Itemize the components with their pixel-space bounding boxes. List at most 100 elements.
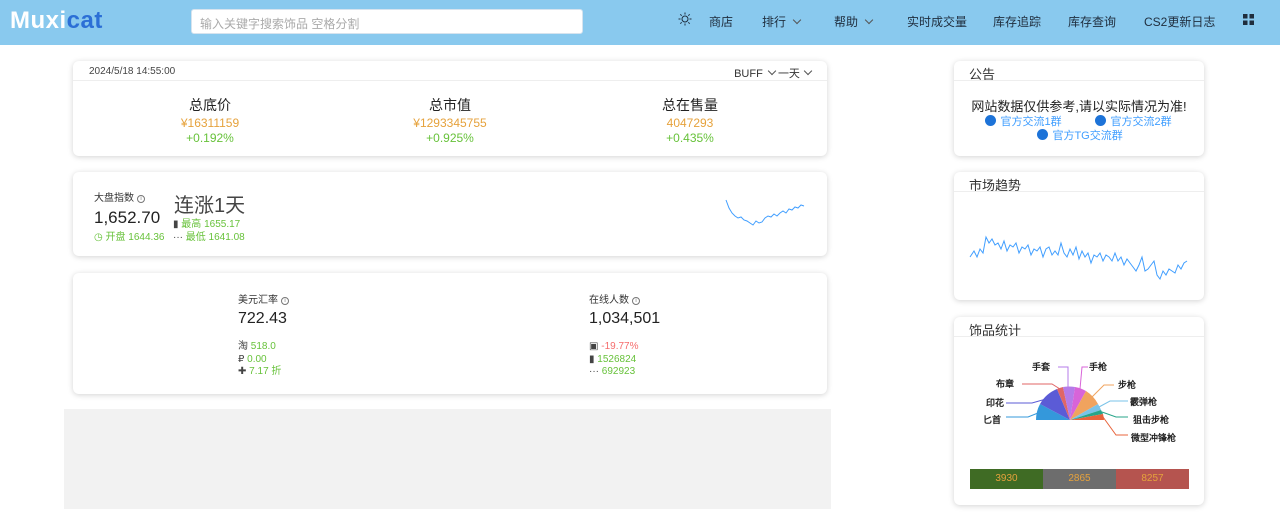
index-label: 大盘指数: [94, 193, 134, 204]
online-details: ▣ -19.77% ▮ 1526824 ··· 692923: [589, 341, 638, 379]
exchange-details: 淘 518.0 ₽ 0.00 ✚ 7.17 折: [238, 341, 281, 379]
ad-placeholder: [64, 409, 831, 509]
stat-value: ¥16311159: [180, 116, 240, 130]
exchange-label: 美元汇率: [238, 295, 278, 306]
label-knife: 匕首: [983, 414, 1001, 425]
exchange-label-row: 美元汇率 i: [238, 291, 289, 306]
index-low-text: 最低 1641.08: [185, 232, 245, 243]
online-low: 692923: [601, 366, 636, 377]
bar-chart-icon: ▮: [589, 353, 595, 365]
logo-text-muxi: Muxi: [10, 7, 67, 34]
market-summary-card: 2024/5/18 14:55:00 BUFF 一天 总底价 ¥16311159…: [73, 61, 827, 156]
qq-icon: [1095, 115, 1106, 127]
nav-ranking-label: 排行: [762, 15, 787, 29]
nav-help-label: 帮助: [834, 15, 859, 29]
online-label: 在线人数: [589, 295, 629, 306]
platform-period-selector[interactable]: BUFF 一天: [734, 65, 813, 81]
discount-value: 7.17 折: [249, 366, 282, 377]
stat-change: +0.925%: [426, 131, 474, 145]
stat-total-market-cap: 总市值 ¥1293345755 +0.925%: [350, 95, 550, 145]
chevron-down-icon: [767, 66, 777, 76]
label-rifle: 步枪: [1118, 379, 1137, 390]
market-trend-panel: 市场趋势: [954, 172, 1204, 300]
divider: [954, 191, 1204, 192]
site-logo[interactable]: Muxicat: [10, 7, 103, 35]
stat-change: +0.435%: [666, 131, 714, 145]
nav-realtime-volume[interactable]: 实时成交量: [907, 13, 967, 30]
nav-shop[interactable]: 商店: [709, 13, 733, 30]
summary-date: 2024/5/18 14:55:00: [89, 66, 176, 77]
info-icon[interactable]: i: [632, 297, 640, 305]
item-category-pie-chart: 匕首 印花 布章 手套 手枪 步枪 霰弹枪 狙击步枪 微型冲锋枪: [983, 361, 1177, 443]
info-icon[interactable]: i: [137, 195, 145, 203]
taobao-value: 518.0: [250, 341, 276, 352]
stat-label: 总在售量: [662, 97, 718, 113]
notice-panel: 公告 网站数据仅供参考,请以实际情况为准! 官方交流1群 官方交流2群 官方TG…: [954, 61, 1204, 156]
stat-value: 4047293: [666, 116, 714, 130]
stat-change: +0.192%: [186, 131, 234, 145]
top-navbar: Muxicat 输入关键字搜索饰品 空格分割 商店 排行 帮助 实时成交量 库存…: [0, 0, 1280, 45]
chevron-down-icon: [803, 66, 813, 76]
bar-segment-red: 8257: [1116, 469, 1189, 489]
search-input[interactable]: 输入关键字搜索饰品 空格分割: [191, 9, 583, 34]
index-label-row: 大盘指数 i: [94, 189, 145, 204]
label-sniper: 狙击步枪: [1133, 414, 1170, 425]
nav-cs2-update-log[interactable]: CS2更新日志: [1144, 13, 1215, 30]
label-smg: 微型冲锋枪: [1130, 432, 1177, 443]
nav-inventory-track[interactable]: 库存追踪: [993, 13, 1041, 30]
index-streak: 连涨1天: [174, 195, 246, 217]
label-shotgun: 霰弹枪: [1130, 396, 1158, 407]
tg-group-label: 官方TG交流群: [1052, 130, 1123, 142]
nav-inventory-query[interactable]: 库存查询: [1068, 13, 1116, 30]
platform-label: BUFF: [734, 68, 763, 80]
info-icon[interactable]: i: [281, 297, 289, 305]
logo-text-cat: cat: [66, 7, 103, 34]
stat-total-floor-price: 总底价 ¥16311159 +0.192%: [110, 95, 310, 145]
trend-line-chart: [969, 235, 1188, 281]
stat-label: 总市值: [429, 97, 471, 113]
exchange-value: 722.43: [238, 310, 287, 327]
clock-icon: ◷: [94, 232, 103, 243]
bar-segment-green: 3930: [970, 469, 1043, 489]
index-sparkline: [725, 199, 805, 226]
online-change: -19.77%: [601, 341, 639, 352]
divider: [73, 80, 827, 81]
chevron-down-icon: [864, 15, 874, 25]
apps-grid-icon[interactable]: [1243, 14, 1254, 28]
coin-value: 0.00: [247, 353, 267, 365]
discount-icon: ✚: [238, 366, 247, 377]
online-label-row: 在线人数 i: [589, 291, 640, 306]
online-value: 1,034,501: [589, 310, 661, 327]
index-open-text: 开盘 1644.36: [105, 232, 165, 243]
label-pistol: 手枪: [1089, 361, 1108, 372]
chevron-down-icon: [792, 15, 802, 25]
calendar-icon: ▣: [589, 341, 599, 352]
nav-help[interactable]: 帮助: [834, 13, 874, 30]
nav-ranking[interactable]: 排行: [762, 13, 802, 30]
more-dots-icon: ···: [589, 366, 599, 377]
tg-group-link[interactable]: 官方TG交流群: [1037, 126, 1123, 144]
telegram-icon: [1037, 129, 1048, 141]
theme-toggle-icon[interactable]: [678, 12, 692, 29]
taobao-icon: 淘: [238, 341, 248, 352]
period-label: 一天: [777, 68, 800, 80]
label-gloves: 手套: [1032, 361, 1051, 372]
qq-icon: [985, 115, 996, 127]
item-stats-panel: 饰品统计 匕首 印花 布章 手套 手枪 步枪 霰弹枪 狙击步枪 微型冲锋枪 39…: [954, 317, 1204, 505]
divider: [954, 80, 1204, 81]
index-value: 1,652.70: [94, 208, 161, 227]
label-patch: 布章: [995, 378, 1014, 389]
stat-value: ¥1293345755: [413, 116, 487, 130]
stat-label: 总底价: [189, 97, 231, 113]
index-open: ◷ 开盘 1644.36: [94, 228, 164, 243]
bar-segment-gray: 2865: [1043, 469, 1116, 489]
stat-total-on-sale: 总在售量 4047293 +0.435%: [590, 95, 790, 145]
coin-icon: ₽: [238, 353, 245, 365]
more-dots-icon: ···: [173, 232, 183, 243]
exchange-online-card: 美元汇率 i 722.43 淘 518.0 ₽ 0.00 ✚ 7.17 折 在线人…: [73, 273, 827, 394]
label-sticker: 印花: [986, 397, 1004, 408]
item-count-bar: 3930 2865 8257: [970, 469, 1189, 489]
online-peak: 1526824: [597, 353, 637, 365]
market-index-card: 大盘指数 i 1,652.70 ◷ 开盘 1644.36 连涨1天 ▮ 最高 16…: [73, 172, 827, 256]
index-low: ··· 最低 1641.08: [173, 228, 245, 243]
